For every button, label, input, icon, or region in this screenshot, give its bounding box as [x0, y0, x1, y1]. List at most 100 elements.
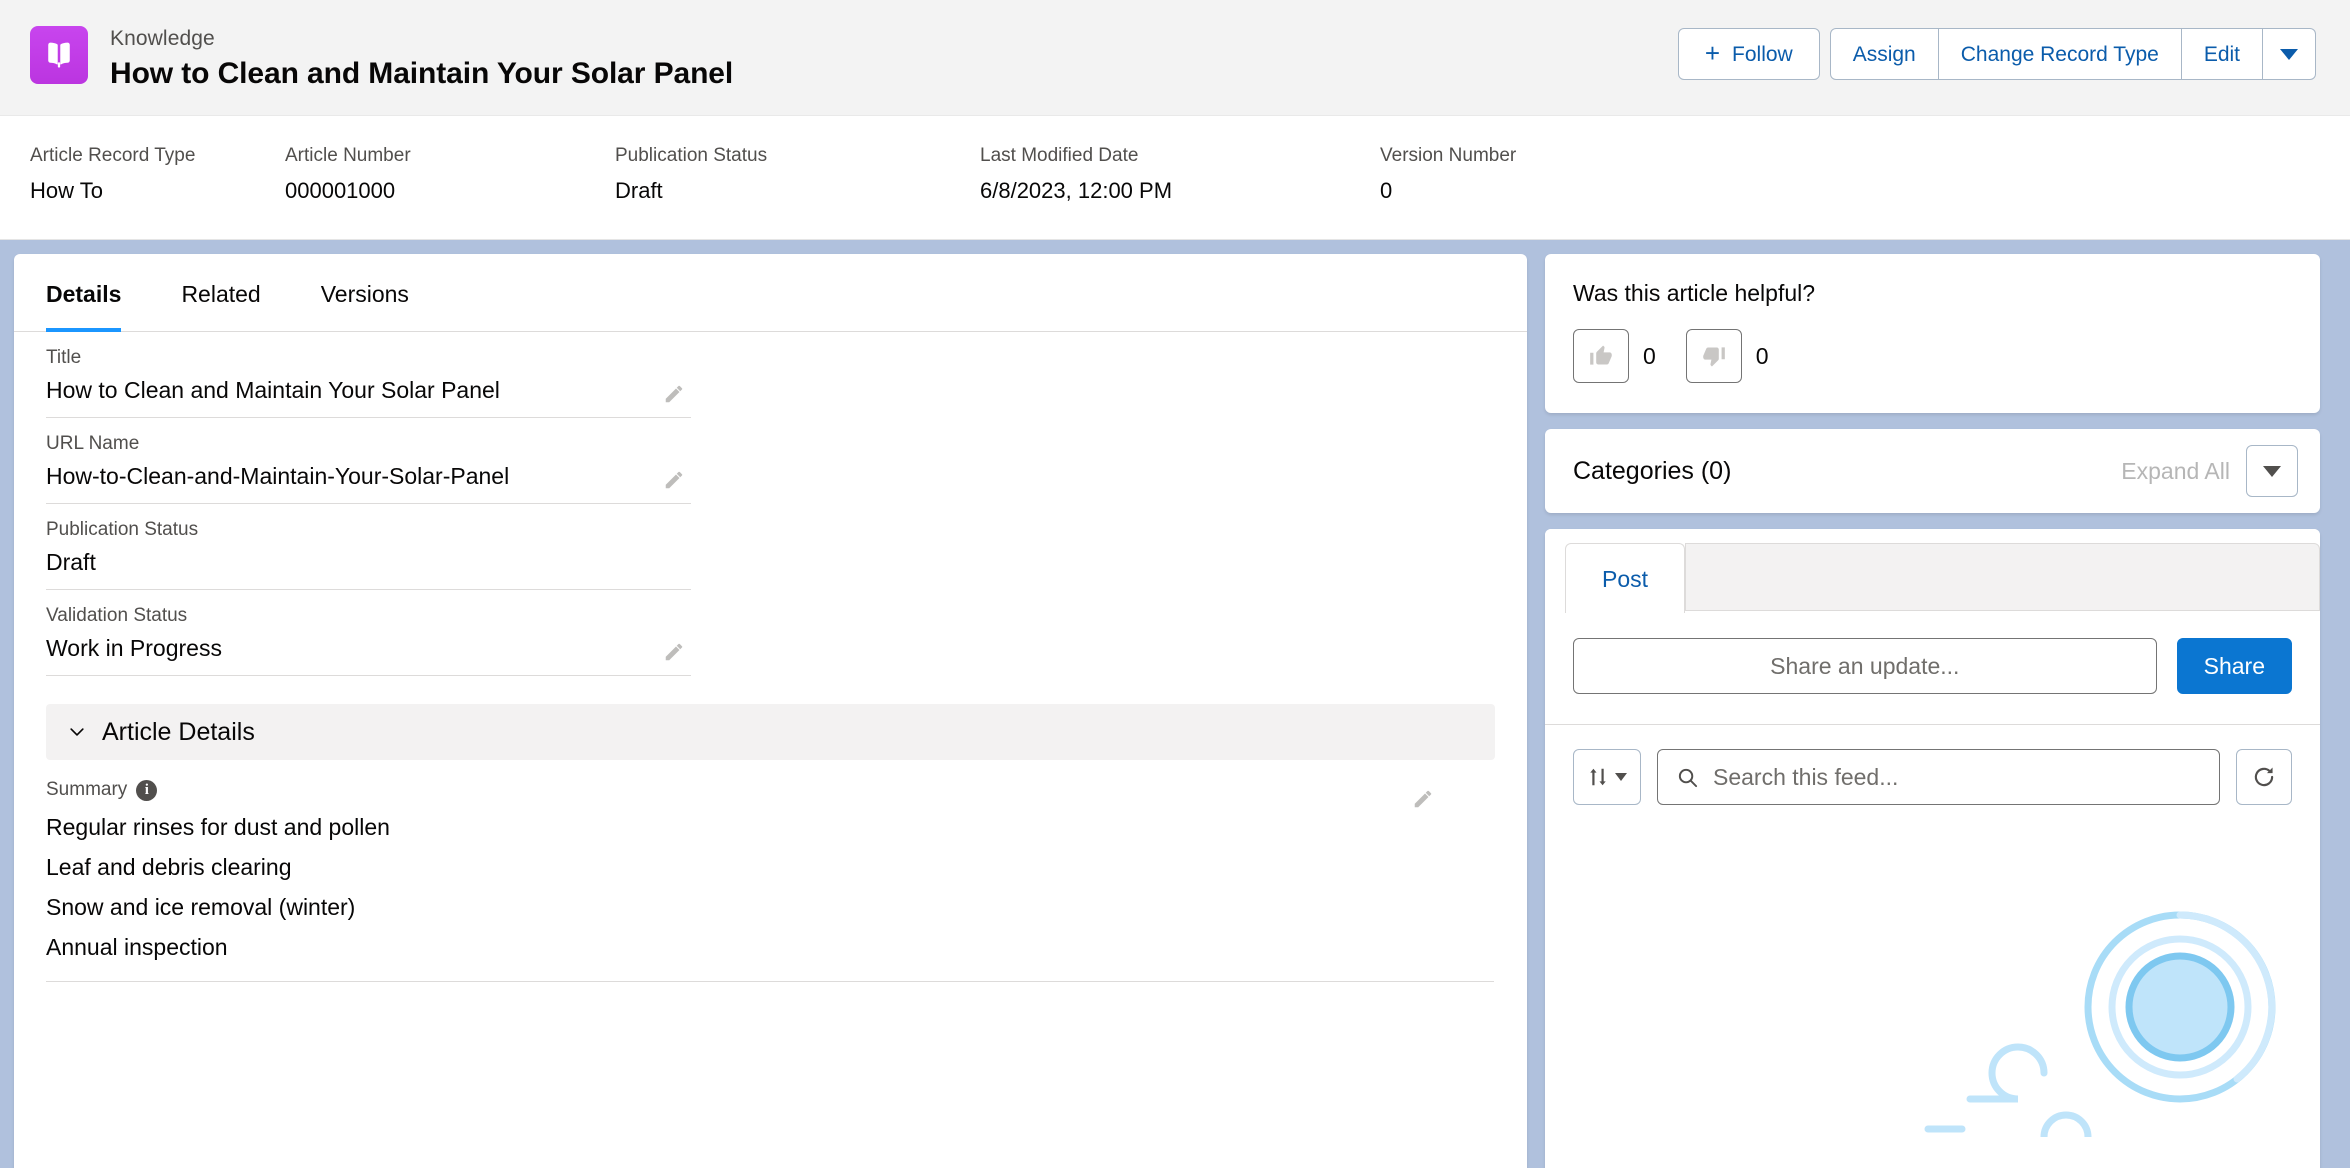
highlight-label: Version Number	[1380, 145, 1517, 166]
field-label: Validation Status	[46, 605, 188, 626]
page-title: How to Clean and Maintain Your Solar Pan…	[110, 57, 734, 90]
chatter-tabs: Post	[1545, 529, 2320, 613]
field-validation-status: Validation Status Work in Progress	[46, 590, 691, 676]
summary-line: Annual inspection	[46, 934, 228, 960]
section-article-details[interactable]: Article Details	[46, 704, 1495, 760]
plus-icon: +	[1704, 38, 1721, 68]
field-value: Draft	[46, 549, 96, 575]
edit-pencil-icon[interactable]	[663, 641, 685, 663]
field-title: Title How to Clean and Maintain Your Sol…	[46, 332, 691, 418]
field-publication-status: Publication Status Draft	[46, 504, 691, 590]
highlight-field: Version Number 0	[1380, 144, 1546, 205]
field-label: Publication Status	[46, 519, 199, 540]
chevron-down-icon	[2263, 465, 2281, 477]
tab-post[interactable]: Post	[1565, 543, 1686, 613]
feed-sort-button[interactable]	[1573, 749, 1641, 805]
article-feedback-card: Was this article helpful? 0 0	[1545, 254, 2320, 413]
highlight-value: 000001000	[285, 178, 396, 203]
highlight-value: How To	[30, 178, 103, 203]
highlight-label: Last Modified Date	[980, 145, 1139, 166]
chatter-publisher: Share	[1545, 612, 2320, 725]
highlight-value: 0	[1380, 178, 1393, 203]
sidebar-column: Was this article helpful? 0 0 Categories…	[1545, 254, 2320, 1168]
expand-all-link[interactable]: Expand All	[2121, 458, 2230, 485]
categories-card: Categories (0) Expand All	[1545, 429, 2320, 513]
field-value: How to Clean and Maintain Your Solar Pan…	[46, 377, 500, 403]
record-header-top: Knowledge How to Clean and Maintain Your…	[0, 0, 2350, 115]
highlight-field: Article Number 000001000	[285, 144, 615, 205]
section-title: Article Details	[102, 717, 255, 746]
feed-empty-state	[1545, 827, 2320, 1168]
summary-line: Regular rinses for dust and pollen	[46, 814, 390, 840]
chatter-card: Post Share	[1545, 529, 2320, 1168]
categories-actions: Expand All	[2121, 445, 2298, 497]
highlight-field: Last Modified Date 6/8/2023, 12:00 PM	[980, 144, 1380, 205]
record-tabs: Details Related Versions	[14, 254, 1527, 332]
categories-title: Categories (0)	[1573, 456, 1732, 485]
feed-search-wrapper[interactable]	[1657, 749, 2220, 805]
assign-button[interactable]: Assign	[1829, 28, 1939, 80]
summary-line: Snow and ice removal (winter)	[46, 894, 356, 920]
field-label: URL Name	[46, 433, 140, 454]
thumbs-up-button[interactable]	[1573, 329, 1629, 383]
feed-search-input[interactable]	[1713, 763, 2201, 791]
chevron-down-icon	[1615, 773, 1627, 781]
details-card: Details Related Versions Title How to Cl…	[14, 254, 1527, 1168]
highlights-panel: Article Record Type How To Article Numbe…	[0, 115, 2350, 239]
share-button[interactable]: Share	[2176, 638, 2292, 694]
record-header: Knowledge How to Clean and Maintain Your…	[0, 0, 2350, 240]
highlight-value: Draft	[615, 178, 663, 203]
thumbs-down-count: 0	[1755, 342, 1769, 369]
feed-controls	[1545, 725, 2320, 827]
tab-versions[interactable]: Versions	[321, 255, 409, 332]
record-title-block: Knowledge How to Clean and Maintain Your…	[110, 24, 733, 93]
thumbs-up-icon	[1590, 345, 1612, 365]
chatter-tabs-filler	[1685, 543, 2320, 611]
tab-details[interactable]: Details	[46, 255, 122, 332]
sort-arrows-icon	[1590, 768, 1606, 786]
highlight-field: Publication Status Draft	[615, 144, 980, 205]
follow-button[interactable]: + Follow	[1677, 28, 1820, 80]
highlight-value: 6/8/2023, 12:00 PM	[980, 178, 1173, 203]
change-record-type-button[interactable]: Change Record Type	[1938, 28, 2182, 80]
summary-line: Leaf and debris clearing	[46, 854, 292, 880]
highlight-label: Article Record Type	[30, 145, 196, 166]
feedback-question: Was this article helpful?	[1573, 280, 1816, 306]
field-label: Summary	[46, 779, 128, 800]
record-action-button-group: Assign Change Record Type Edit	[1829, 28, 2316, 80]
field-value: How-to-Clean-and-Maintain-Your-Solar-Pan…	[46, 463, 510, 489]
chevron-down-icon	[66, 721, 88, 743]
highlight-label: Article Number	[285, 145, 411, 166]
knowledge-book-icon	[30, 26, 88, 84]
chevron-down-icon	[2280, 48, 2298, 60]
more-actions-button[interactable]	[2263, 28, 2316, 80]
edit-pencil-icon[interactable]	[1412, 788, 1434, 810]
thumbs-up-count: 0	[1643, 342, 1656, 369]
record-actions: + Follow Assign Change Record Type Edit	[1677, 24, 2316, 80]
share-update-input[interactable]	[1573, 638, 2157, 694]
field-url-name: URL Name How-to-Clean-and-Maintain-Your-…	[46, 418, 691, 504]
vote-row: 0 0	[1573, 329, 2292, 383]
main-column: Details Related Versions Title How to Cl…	[14, 254, 1527, 1168]
highlight-label: Publication Status	[615, 145, 768, 166]
feed-empty-illustration	[1924, 911, 2276, 1137]
edit-pencil-icon[interactable]	[663, 469, 685, 491]
follow-button-label: Follow	[1732, 42, 1793, 66]
search-icon	[1678, 768, 1698, 787]
tab-related[interactable]: Related	[181, 255, 260, 332]
feed-refresh-button[interactable]	[2236, 749, 2292, 805]
categories-toggle-button[interactable]	[2246, 445, 2298, 497]
object-label: Knowledge	[110, 27, 215, 50]
edit-button[interactable]: Edit	[2181, 28, 2263, 80]
highlight-field: Article Record Type How To	[30, 144, 285, 205]
info-icon[interactable]: i	[136, 779, 158, 801]
refresh-icon	[2254, 767, 2274, 787]
edit-pencil-icon[interactable]	[663, 383, 685, 405]
details-tab-panel: Title How to Clean and Maintain Your Sol…	[14, 332, 1527, 982]
field-value: Work in Progress	[46, 635, 222, 661]
record-body: Details Related Versions Title How to Cl…	[0, 240, 2350, 1168]
field-summary: Summary i Regular rinses for dust and po…	[46, 760, 1494, 982]
field-label: Title	[46, 347, 82, 368]
thumbs-down-button[interactable]	[1685, 329, 1742, 383]
thumbs-down-icon	[1702, 347, 1725, 367]
